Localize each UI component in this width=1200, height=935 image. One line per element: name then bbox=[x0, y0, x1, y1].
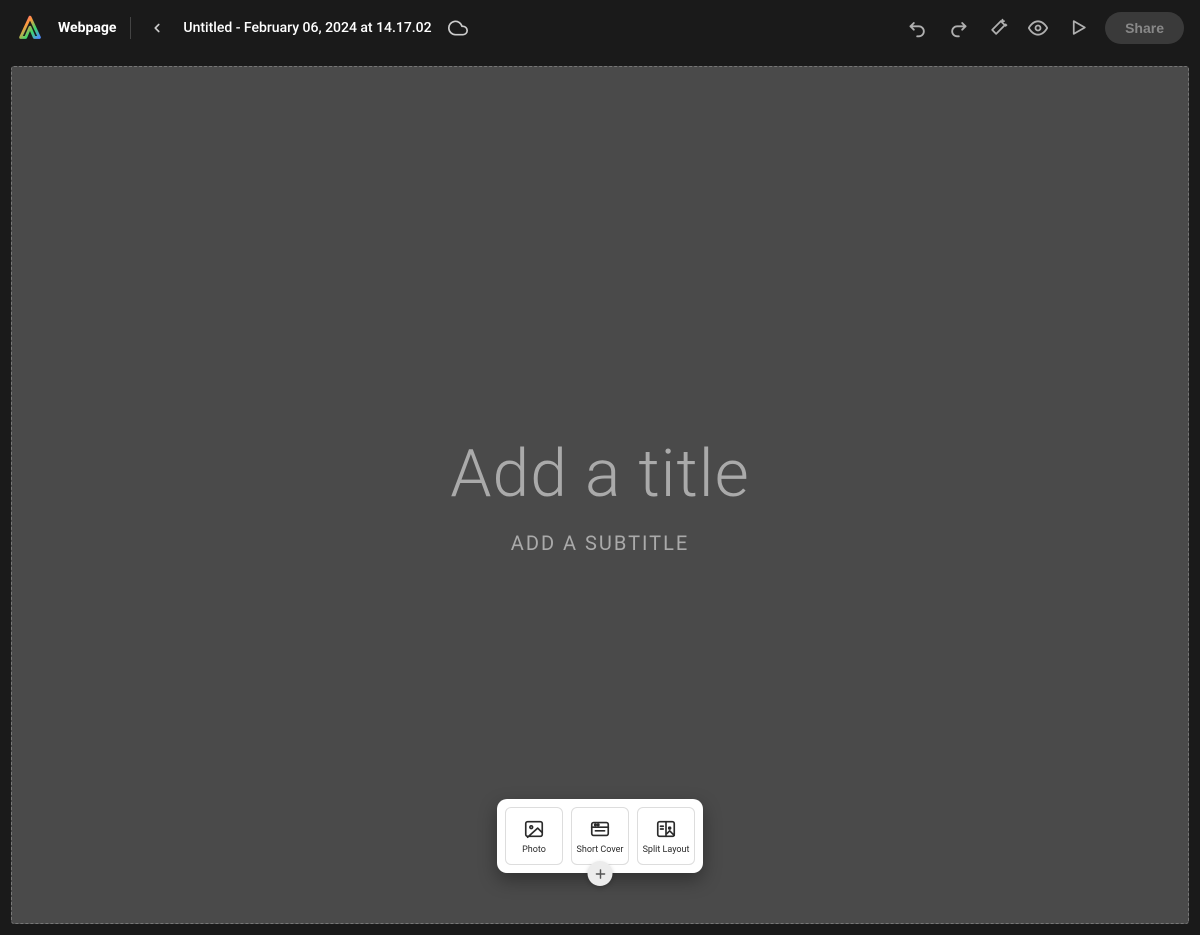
header-right-group: Share bbox=[905, 12, 1184, 44]
undo-button[interactable] bbox=[905, 15, 931, 41]
option-label: Split Layout bbox=[643, 845, 690, 855]
play-button[interactable] bbox=[1065, 15, 1091, 41]
cover-option-short-cover[interactable]: Short Cover bbox=[571, 807, 629, 865]
option-label: Photo bbox=[522, 845, 546, 855]
subtitle-input-placeholder[interactable]: ADD A SUBTITLE bbox=[511, 531, 689, 555]
image-icon bbox=[523, 818, 545, 840]
cover-option-split-layout[interactable]: Split Layout bbox=[637, 807, 695, 865]
canvas[interactable]: Add a title ADD A SUBTITLE Photo bbox=[11, 66, 1189, 924]
cloud-sync-icon[interactable] bbox=[448, 18, 468, 38]
header-left-group: Webpage Untitled - February 06, 2024 at … bbox=[16, 14, 468, 42]
app-logo[interactable] bbox=[16, 14, 44, 42]
workspace-area: Add a title ADD A SUBTITLE Photo bbox=[0, 55, 1200, 935]
split-layout-icon bbox=[655, 818, 677, 840]
top-header: Webpage Untitled - February 06, 2024 at … bbox=[0, 0, 1200, 55]
short-cover-icon bbox=[589, 818, 611, 840]
title-input-placeholder[interactable]: Add a title bbox=[450, 436, 749, 513]
back-button[interactable] bbox=[145, 16, 169, 40]
magic-wand-button[interactable] bbox=[985, 15, 1011, 41]
header-divider bbox=[130, 17, 131, 39]
close-panel-button[interactable] bbox=[588, 861, 613, 886]
cover-option-photo[interactable]: Photo bbox=[505, 807, 563, 865]
preview-button[interactable] bbox=[1025, 15, 1051, 41]
document-title[interactable]: Untitled - February 06, 2024 at 14.17.02 bbox=[183, 20, 431, 36]
share-button[interactable]: Share bbox=[1105, 12, 1184, 44]
cover-options-panel: Photo Short Cover bbox=[497, 799, 703, 873]
document-type-label: Webpage bbox=[58, 20, 116, 36]
redo-button[interactable] bbox=[945, 15, 971, 41]
option-label: Short Cover bbox=[577, 845, 624, 855]
